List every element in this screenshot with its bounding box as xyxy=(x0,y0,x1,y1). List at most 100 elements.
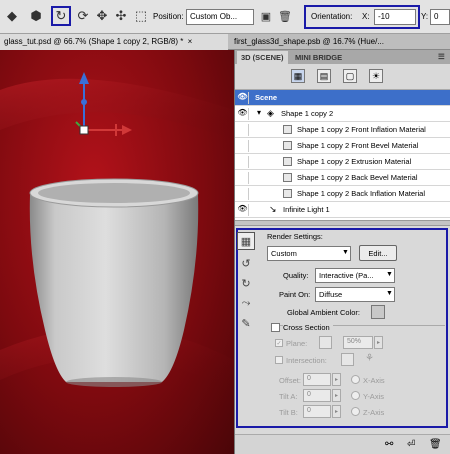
cross-section-checkbox[interactable] xyxy=(271,323,280,332)
tilt-b-arrow[interactable]: ▸ xyxy=(332,405,341,418)
paint-on-label: Paint On: xyxy=(279,290,311,299)
x-label: X: xyxy=(362,12,370,21)
visibility-eye-icon xyxy=(237,188,249,200)
layer-row-material[interactable]: Shape 1 copy 2 Front Inflation Material xyxy=(235,122,450,138)
rotate-object-icon[interactable]: ↺ xyxy=(237,254,255,272)
3d-walk-camera-icon[interactable]: ✣ xyxy=(113,8,129,24)
expand-triangle-icon[interactable]: ▾ xyxy=(257,108,261,117)
orientation-label: Orientation: xyxy=(311,12,353,21)
slide-object-icon[interactable]: ⤳ xyxy=(237,294,255,312)
light-icon: ↘ xyxy=(269,204,277,214)
quality-label: Quality: xyxy=(283,271,309,280)
layer-label: Shape 1 copy 2 Back Inflation Material xyxy=(297,189,425,198)
material-swatch-icon xyxy=(283,125,292,134)
chevron-down-icon: ▼ xyxy=(386,271,393,278)
cross-section-label: Cross Section xyxy=(283,323,333,332)
layer-row-shape[interactable]: 👁 ▾ ◈ Shape 1 copy 2 xyxy=(235,106,450,122)
plane-opacity-input[interactable]: 50% xyxy=(343,336,373,349)
y-label: Y: xyxy=(421,12,429,21)
intersection-color-swatch[interactable] xyxy=(341,353,354,366)
new-light-icon[interactable]: ⏎ xyxy=(407,439,415,450)
global-ambient-label: Global Ambient Color: xyxy=(287,308,360,317)
paint-on-select[interactable]: Diffuse xyxy=(315,287,395,302)
3d-rotate-camera-icon[interactable]: ↻ xyxy=(51,6,71,26)
offset-arrow[interactable]: ▸ xyxy=(332,373,341,386)
plane-color-swatch[interactable] xyxy=(319,336,332,349)
plane-checkbox[interactable]: ✓ xyxy=(275,339,283,347)
material-swatch-icon xyxy=(283,157,292,166)
layer-row-material[interactable]: Shape 1 copy 2 Back Inflation Material xyxy=(235,186,450,202)
render-settings-title: Render Settings: xyxy=(267,232,323,241)
3d-mode-cube-icon[interactable]: ⬢ xyxy=(28,8,44,24)
doc-tab-first-glass[interactable]: first_glass3d_shape.psb @ 16.7% (Hue/... xyxy=(230,34,450,50)
visibility-eye-icon[interactable]: 👁 xyxy=(237,108,249,120)
ambient-color-swatch[interactable] xyxy=(371,305,385,319)
layer-row-material[interactable]: Shape 1 copy 2 Front Bevel Material xyxy=(235,138,450,154)
doc-tab-label: glass_tut.psd @ 66.7% (Shape 1 copy 2, R… xyxy=(4,37,184,46)
scene-layer-list: 👁 Scene 👁 ▾ ◈ Shape 1 copy 2 Shape 1 cop… xyxy=(235,90,450,220)
render-preset-select[interactable]: Custom xyxy=(267,246,351,261)
close-icon[interactable]: × xyxy=(188,37,193,46)
intersection-checkbox[interactable] xyxy=(275,356,283,364)
visibility-eye-icon[interactable]: 👁 xyxy=(237,92,249,104)
layer-label: Shape 1 copy 2 Front Bevel Material xyxy=(297,141,419,150)
chevron-down-icon: ▼ xyxy=(342,249,349,256)
edit-button[interactable]: Edit... xyxy=(359,245,397,261)
delete-view-icon[interactable]: 🗑 xyxy=(277,8,293,24)
offset-label: Offset: xyxy=(279,376,301,385)
delete-icon[interactable]: 🗑 xyxy=(429,439,442,450)
3d-zoom-camera-icon[interactable]: ⬚ xyxy=(133,8,149,24)
material-swatch-icon xyxy=(283,173,292,182)
tilt-a-arrow[interactable]: ▸ xyxy=(332,389,341,402)
render-settings-area: ▦ ↺ ↻ ⤳ ✎ Render Settings: Custom ▼ Edit… xyxy=(235,226,450,430)
z-axis-radio[interactable] xyxy=(351,407,360,416)
visibility-eye-icon xyxy=(237,172,249,184)
layer-row-material[interactable]: Shape 1 copy 2 Extrusion Material xyxy=(235,154,450,170)
panel-menu-icon[interactable]: ☰ xyxy=(437,51,446,64)
material-drop-icon[interactable]: ✎ xyxy=(237,314,255,332)
quality-select[interactable]: Interactive (Pa... xyxy=(315,268,395,283)
3d-scene-panel: 3D (SCENE) MINI BRIDGE ☰ ▦ ▤ ▢ ☀ 👁 Scene… xyxy=(234,50,450,454)
3d-roll-camera-icon[interactable]: ⟳ xyxy=(75,8,91,24)
filter-whole-scene-icon[interactable]: ▦ xyxy=(291,69,305,83)
x-axis-radio[interactable] xyxy=(351,375,360,384)
layer-row-scene[interactable]: 👁 Scene xyxy=(235,90,450,106)
plane-label: Plane: xyxy=(286,339,308,348)
filter-materials-icon[interactable]: ▢ xyxy=(343,69,357,83)
save-view-icon[interactable]: ▣ xyxy=(258,8,274,24)
document-tabs: glass_tut.psd @ 66.7% (Shape 1 copy 2, R… xyxy=(0,34,450,50)
tab-mini-bridge[interactable]: MINI BRIDGE xyxy=(291,51,346,64)
layer-label: Shape 1 copy 2 xyxy=(281,109,334,118)
canvas-artwork xyxy=(0,72,234,390)
3d-glass-object[interactable] xyxy=(29,178,199,387)
flip-cross-section-icon[interactable]: ⚘ xyxy=(365,353,374,364)
toggle-misc-icon[interactable]: ⚯ xyxy=(385,439,393,450)
position-select[interactable]: Custom Ob... xyxy=(186,9,254,25)
plane-opacity-arrow[interactable]: ▸ xyxy=(374,336,383,349)
visibility-eye-icon[interactable]: 👁 xyxy=(237,204,249,216)
tilt-a-input[interactable]: 0 xyxy=(303,389,331,402)
y-axis-radio[interactable] xyxy=(351,391,360,400)
tilt-b-label: Tilt B: xyxy=(279,408,298,417)
offset-input[interactable]: 0 xyxy=(303,373,331,386)
z-axis-label: Z-Axis xyxy=(363,408,385,417)
options-bar: ◆ ⬢ ↻ ⟳ ✥ ✣ ⬚ Position: Custom Ob... ▣ 🗑… xyxy=(0,0,450,34)
drag-object-icon[interactable]: ↻ xyxy=(237,274,255,292)
layer-label: Shape 1 copy 2 Back Bevel Material xyxy=(297,173,418,182)
doc-tab-label: first_glass3d_shape.psb @ 16.7% (Hue/... xyxy=(234,37,384,46)
orientation-y-input[interactable]: 0 xyxy=(430,9,450,25)
mesh-icon: ◈ xyxy=(267,108,274,118)
tab-3d-scene[interactable]: 3D (SCENE) xyxy=(237,51,288,64)
layer-row-material[interactable]: Shape 1 copy 2 Back Bevel Material xyxy=(235,170,450,186)
document-canvas[interactable] xyxy=(0,50,234,454)
filter-meshes-icon[interactable]: ▤ xyxy=(317,69,331,83)
tilt-b-input[interactable]: 0 xyxy=(303,405,331,418)
scene-settings-icon[interactable]: ▦ xyxy=(237,232,255,250)
3d-pan-camera-icon[interactable]: ✥ xyxy=(94,8,110,24)
orientation-x-input[interactable]: -10 xyxy=(374,9,416,25)
doc-tab-glass-tut[interactable]: glass_tut.psd @ 66.7% (Shape 1 copy 2, R… xyxy=(0,34,228,50)
filter-lights-icon[interactable]: ☀ xyxy=(369,69,383,83)
3d-object-cube-icon[interactable]: ◆ xyxy=(4,8,20,24)
layer-row-light[interactable]: 👁 ↘ Infinite Light 1 xyxy=(235,202,450,218)
position-label: Position: xyxy=(153,12,184,21)
